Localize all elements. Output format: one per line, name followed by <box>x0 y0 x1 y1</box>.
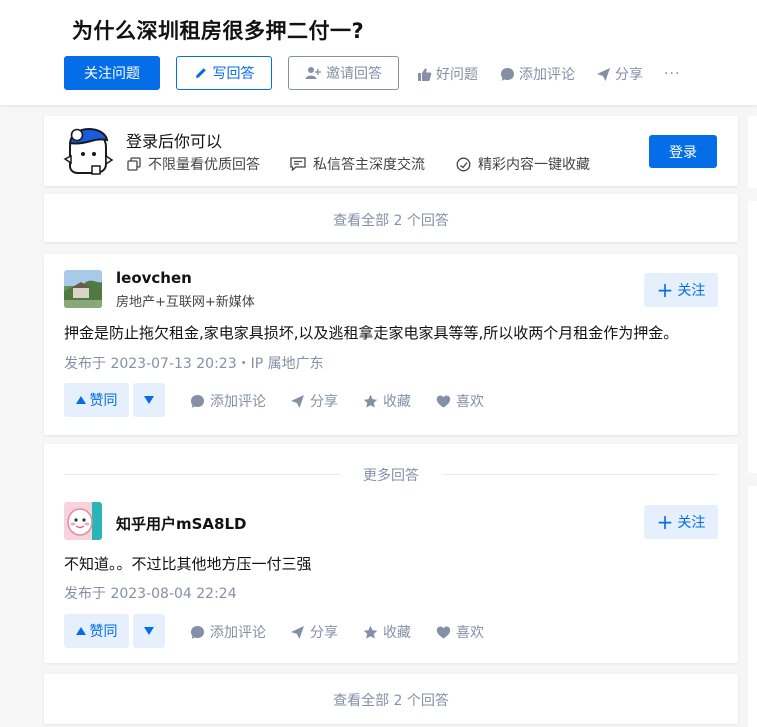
answer-card: leovchen 房地产+互联网+新媒体 + 关注 押金是防止拖欠租金,家电家具… <box>44 254 738 435</box>
comment-icon <box>191 394 204 408</box>
perk-label: 精彩内容一键收藏 <box>478 157 590 173</box>
caret-up-icon <box>75 396 86 404</box>
share-icon <box>291 394 304 408</box>
star-icon <box>363 625 378 639</box>
thumbs-up-icon <box>418 67 432 81</box>
answer-content: 不知道。。不过比其他地方压一付三强 <box>64 555 312 573</box>
share-label: 分享 <box>615 67 643 83</box>
share-button[interactable]: 分享 <box>596 64 643 84</box>
pencil-icon <box>195 68 206 78</box>
upvote-label: 赞同 <box>89 393 118 409</box>
author-bio: 房地产+互联网+新媒体 <box>116 295 255 310</box>
answer-comment-label: 添加评论 <box>210 625 266 641</box>
caret-down-icon <box>144 627 154 635</box>
answer-comment-button[interactable]: 添加评论 <box>190 622 266 642</box>
answer-comment-label: 添加评论 <box>210 394 266 410</box>
follow-author-button[interactable]: + 关注 <box>644 505 718 539</box>
answer-share-label: 分享 <box>310 625 338 641</box>
perk-unlimited-answers: 不限量看优质回答 <box>127 154 260 174</box>
message-icon <box>290 157 306 171</box>
author-name[interactable]: 知乎用户mSA8LD <box>116 513 247 534</box>
perk-label: 不限量看优质回答 <box>148 157 260 173</box>
answer-collect-button[interactable]: 收藏 <box>363 391 411 411</box>
invite-answer-button[interactable]: 邀请回答 <box>288 56 399 90</box>
follow-author-button[interactable]: + 关注 <box>644 273 718 307</box>
upvote-button[interactable]: 赞同 <box>64 614 129 648</box>
collect-icon <box>456 157 471 171</box>
copy-icon <box>127 157 141 171</box>
upvote-label: 赞同 <box>89 624 118 640</box>
answer-collect-label: 收藏 <box>383 394 411 410</box>
author-name[interactable]: leovchen <box>116 269 192 287</box>
answer-comment-button[interactable]: 添加评论 <box>190 391 266 411</box>
heart-icon <box>436 626 451 638</box>
more-answers-card: 更多回答 知乎用户mSA8LD + 关注 不知道。。不过比其他地方压一付三强 发… <box>44 444 738 663</box>
comment-icon <box>501 67 514 81</box>
perk-label: 私信答主深度交流 <box>313 157 425 173</box>
view-all-answers-card[interactable]: 查看全部 2 个回答 <box>44 674 738 724</box>
view-all-answers-link[interactable]: 查看全部 2 个回答 <box>44 210 738 230</box>
share-icon <box>291 625 304 639</box>
good-question-label: 好问题 <box>436 67 478 83</box>
follow-author-label: 关注 <box>677 283 706 299</box>
answer-meta: 发布于 2023-07-13 20:23・IP 属地广东 <box>64 356 324 372</box>
follow-question-label: 关注问题 <box>84 66 140 82</box>
plus-icon: + <box>656 278 674 302</box>
avatar <box>64 502 102 540</box>
login-banner-title: 登录后你可以 <box>126 132 223 151</box>
view-all-answers-card[interactable]: 查看全部 2 个回答 <box>44 194 738 242</box>
sidebar-card-edge <box>748 486 757 727</box>
avatar <box>64 270 102 308</box>
question-title: 为什么深圳租房很多押二付一? <box>72 19 365 43</box>
comment-icon <box>191 625 204 639</box>
follow-author-label: 关注 <box>677 515 706 531</box>
downvote-button[interactable] <box>133 383 165 417</box>
more-options-button[interactable]: ··· <box>664 64 680 84</box>
write-answer-label: 写回答 <box>212 66 255 82</box>
sidebar-card-edge <box>748 116 757 188</box>
question-header: 为什么深圳租房很多押二付一? 关注问题 写回答 邀请回答 好问题 添加评论 分享… <box>0 0 757 105</box>
login-button[interactable]: 登录 <box>649 135 717 168</box>
answer-content: 押金是防止拖欠租金,家电家具损坏,以及逃租拿走家电家具等等,所以收两个月租金作为… <box>64 324 679 342</box>
write-answer-button[interactable]: 写回答 <box>176 56 272 90</box>
answer-collect-label: 收藏 <box>383 625 411 641</box>
star-icon <box>363 394 378 408</box>
follow-question-button[interactable]: 关注问题 <box>64 56 160 90</box>
caret-up-icon <box>75 627 86 635</box>
answer-like-label: 喜欢 <box>456 394 484 410</box>
perk-collect: 精彩内容一键收藏 <box>456 154 590 174</box>
heart-icon <box>436 395 451 407</box>
invite-user-icon <box>305 67 321 79</box>
invite-answer-label: 邀请回答 <box>326 66 382 82</box>
login-banner: 登录后你可以 不限量看优质回答 私信答主深度交流 精彩内容一键收藏 登录 <box>44 116 738 186</box>
answer-collect-button[interactable]: 收藏 <box>363 622 411 642</box>
sidebar-card-edge <box>748 201 757 473</box>
good-question-button[interactable]: 好问题 <box>417 64 478 84</box>
mascot-icon <box>63 127 114 175</box>
answer-share-button[interactable]: 分享 <box>290 391 338 411</box>
downvote-button[interactable] <box>133 614 165 648</box>
answer-share-button[interactable]: 分享 <box>290 622 338 642</box>
upvote-button[interactable]: 赞同 <box>64 383 129 417</box>
answer-like-button[interactable]: 喜欢 <box>436 622 484 642</box>
answer-like-button[interactable]: 喜欢 <box>436 391 484 411</box>
add-comment-label: 添加评论 <box>519 67 575 83</box>
share-icon <box>597 67 610 81</box>
view-all-answers-link[interactable]: 查看全部 2 个回答 <box>44 690 738 710</box>
answer-share-label: 分享 <box>310 394 338 410</box>
more-answers-label: 更多回答 <box>363 468 419 484</box>
plus-icon: + <box>656 510 674 534</box>
answer-meta: 发布于 2023-08-04 22:24 <box>64 586 237 602</box>
perk-private-message: 私信答主深度交流 <box>290 154 425 174</box>
answer-like-label: 喜欢 <box>456 625 484 641</box>
caret-down-icon <box>144 396 154 404</box>
add-comment-button[interactable]: 添加评论 <box>500 64 575 84</box>
